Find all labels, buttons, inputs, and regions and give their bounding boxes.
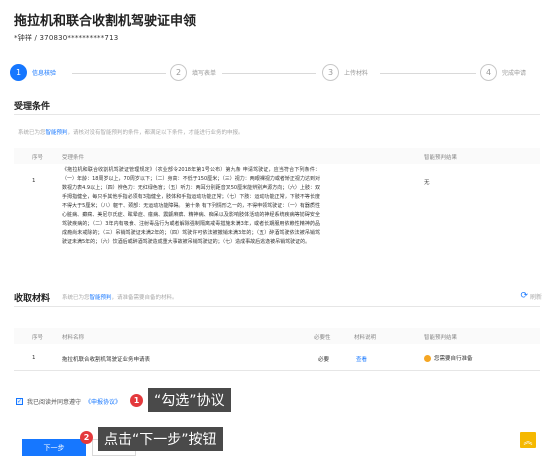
step-4: 4 完成申请 xyxy=(480,64,526,81)
annotation-1-callout: “勾选”协议 xyxy=(148,388,231,412)
materials-row-divider xyxy=(14,370,540,371)
step-progress: 1 信息核验 2 填写表单 3 上传材料 4 完成申请 xyxy=(10,64,544,84)
agreement-link[interactable]: 《申报协议》 xyxy=(85,397,121,406)
conditions-hint-pre: 系统已为您 xyxy=(18,130,46,136)
materials-hint-post: ，请准备需要自备的材料。 xyxy=(111,295,178,301)
conditions-table-header xyxy=(14,148,540,164)
materials-row-name: 拖拉机联合收割机驾驶证业务申请表 xyxy=(62,357,151,363)
refresh-label: 刷新 xyxy=(529,293,542,301)
warning-dot-icon xyxy=(424,355,431,362)
materials-table-header xyxy=(14,328,540,344)
user-id: *钟祥 / 370830**********713 xyxy=(14,34,119,42)
conditions-smart-link[interactable]: 智能预判 xyxy=(46,130,68,136)
annotation-1-badge: 1 xyxy=(130,394,143,407)
conditions-hint-post: ，请核对没有智能预判的条件，都满足以下条件，才能进行业务的申报。 xyxy=(67,130,244,136)
conditions-row-text: 《拖拉机和联合收割机驾驶证管理规定》（农业部令2018年第1号公布）第九条 申请… xyxy=(62,167,320,245)
materials-hint-pre: 系统已为您 xyxy=(62,295,90,301)
step-3: 3 上传材料 xyxy=(322,64,368,81)
annotation-2-badge: 2 xyxy=(80,431,93,444)
agreement-checkbox[interactable]: ✓ xyxy=(16,398,23,405)
agreement: ✓ 我已阅读并同意遵守 《申报协议》 xyxy=(16,397,121,406)
conditions-divider xyxy=(14,114,540,115)
conditions-col-result: 智能预判结果 xyxy=(424,155,458,161)
conditions-title: 受理条件 xyxy=(14,102,51,112)
step-2: 2 填写表单 xyxy=(170,64,216,81)
materials-col-required: 必要性 xyxy=(314,335,331,341)
materials-row-required: 必要 xyxy=(318,357,330,363)
conditions-row-index: 1 xyxy=(32,178,36,184)
conditions-row-result: 无 xyxy=(424,180,430,186)
scroll-top-button[interactable]: ︽ xyxy=(520,432,536,448)
refresh-icon: ⟳ xyxy=(520,291,528,301)
materials-col-name: 材料名称 xyxy=(62,335,85,341)
conditions-hint: 系统已为您智能预判，请核对没有智能预判的条件，都满足以下条件，才能进行业务的申报… xyxy=(18,128,244,136)
page-title: 拖拉机和联合收割机驾驶证申领 xyxy=(14,14,197,29)
step-2-number: 2 xyxy=(170,64,187,81)
materials-view-link[interactable]: 查看 xyxy=(356,355,367,363)
step-3-number: 3 xyxy=(322,64,339,81)
conditions-col-index: 序号 xyxy=(32,155,44,161)
step-1: 1 信息核验 xyxy=(10,64,56,81)
next-button[interactable]: 下一步 xyxy=(22,439,86,456)
step-4-label: 完成申请 xyxy=(502,70,527,77)
conditions-col-condition: 受理条件 xyxy=(62,155,85,161)
annotation-2-callout: 点击“下一步”按钮 xyxy=(98,427,223,451)
step-4-number: 4 xyxy=(480,64,497,81)
materials-col-result: 智能预判结果 xyxy=(424,335,458,341)
materials-hint: 系统已为您智能预判，请准备需要自备的材料。 xyxy=(62,293,178,301)
step-1-label: 信息核验 xyxy=(32,70,57,77)
chevron-up-icon: ︽ xyxy=(523,436,533,447)
materials-col-index: 序号 xyxy=(32,335,44,341)
materials-row-result: 您需要自行准备 xyxy=(424,354,473,362)
materials-smart-link[interactable]: 智能预判 xyxy=(90,295,112,301)
refresh-button[interactable]: ⟳ 刷新 xyxy=(520,291,542,301)
materials-row-index: 1 xyxy=(32,355,36,361)
materials-title: 收取材料 xyxy=(14,294,51,304)
step-2-label: 填写表单 xyxy=(192,70,217,77)
materials-col-desc: 材料说明 xyxy=(354,335,377,341)
agreement-prefix: 我已阅读并同意遵守 xyxy=(27,399,82,406)
materials-row-result-text: 您需要自行准备 xyxy=(434,356,473,362)
step-3-label: 上传材料 xyxy=(344,70,369,77)
step-1-number: 1 xyxy=(10,64,27,81)
materials-divider xyxy=(14,306,540,307)
